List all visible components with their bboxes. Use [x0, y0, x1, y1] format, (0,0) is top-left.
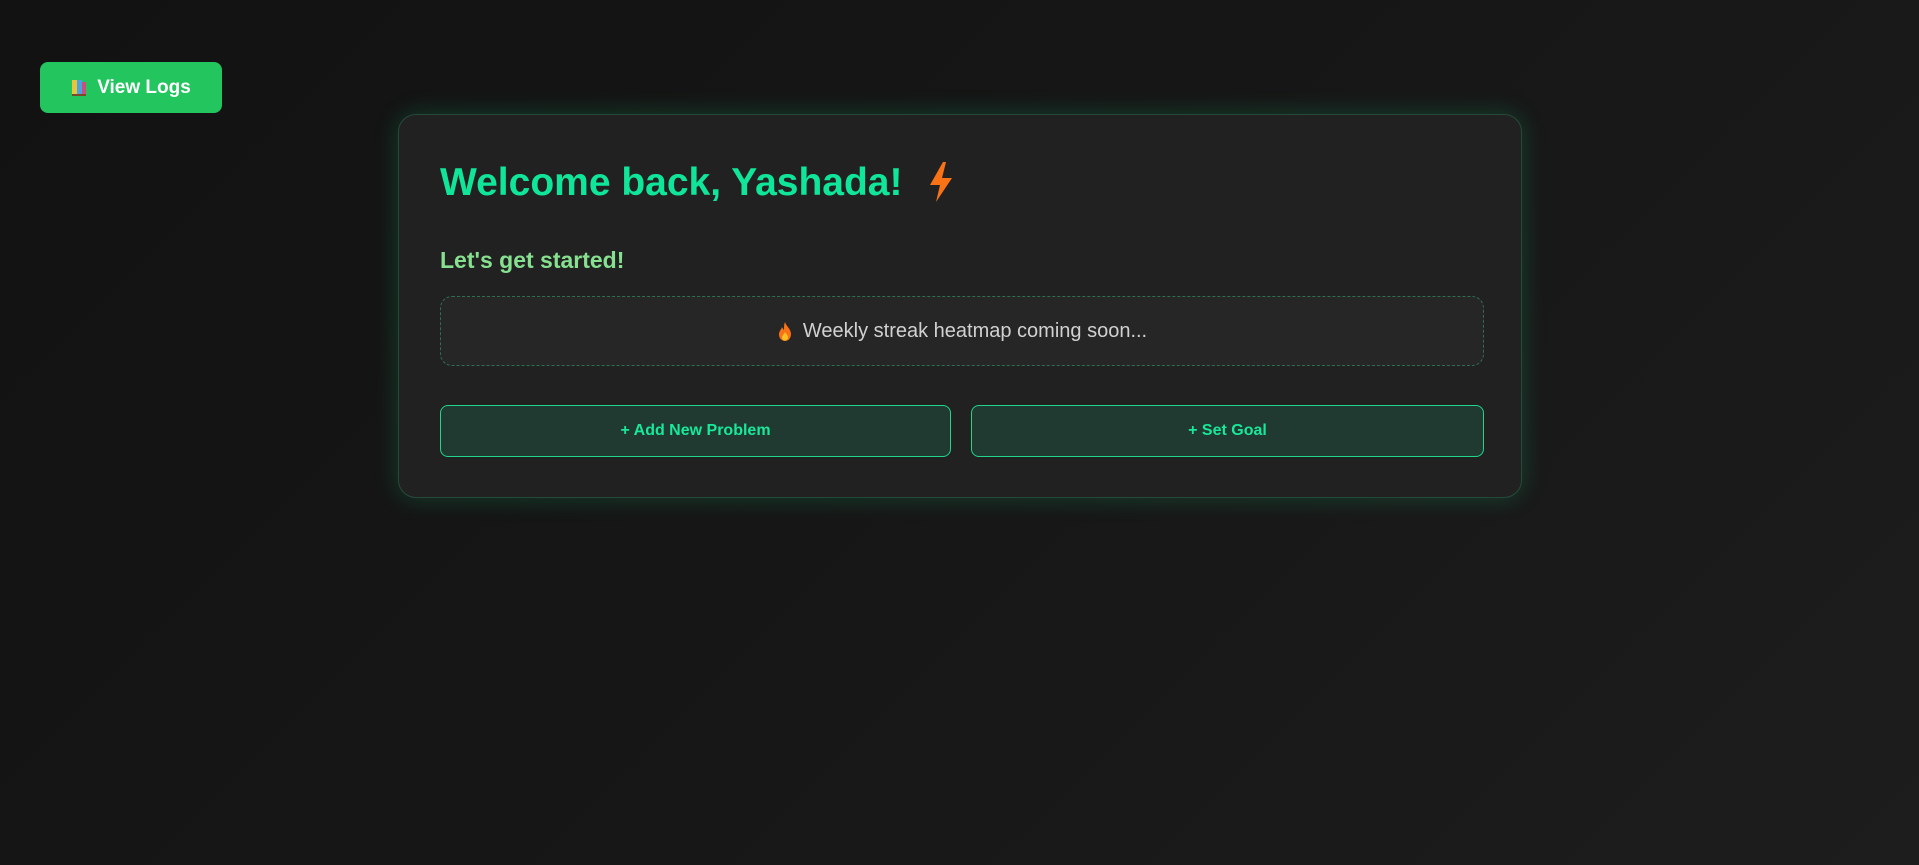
welcome-subtitle: Let's get started! [440, 247, 625, 273]
welcome-title: Welcome back, Yashada! [440, 161, 956, 203]
welcome-title-text: Welcome back, Yashada! [440, 160, 903, 204]
add-new-problem-button[interactable]: + Add New Problem [440, 405, 951, 457]
streak-heatmap-placeholder: Weekly streak heatmap coming soon... [440, 296, 1484, 366]
fire-icon [778, 321, 791, 341]
books-icon [72, 79, 87, 96]
view-logs-label: View Logs [97, 76, 191, 98]
view-logs-button[interactable]: View Logs [40, 62, 222, 113]
set-goal-button[interactable]: + Set Goal [971, 405, 1484, 457]
welcome-card: Welcome back, Yashada! Let's get started… [398, 114, 1522, 498]
heatmap-text: Weekly streak heatmap coming soon... [802, 319, 1148, 342]
lightning-bolt-icon [930, 162, 953, 202]
